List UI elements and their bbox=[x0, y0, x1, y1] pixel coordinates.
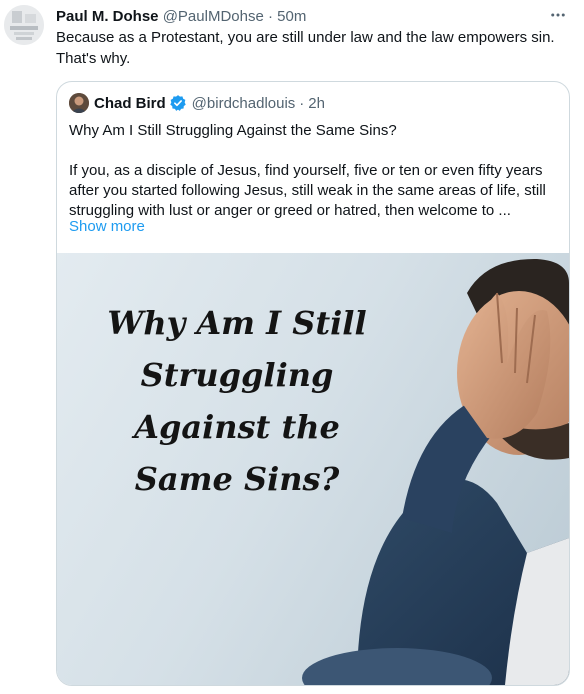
author-handle[interactable]: @PaulMDohse bbox=[163, 8, 264, 25]
more-horizontal-icon[interactable] bbox=[546, 5, 570, 25]
separator: · bbox=[267, 8, 273, 25]
image-caption-text: Why Am I Still Struggling Against the Sa… bbox=[57, 297, 417, 505]
image-caption-line: Same Sins? bbox=[134, 460, 340, 498]
tweet-time[interactable]: 50m bbox=[277, 8, 306, 25]
quoted-author-name[interactable]: Chad Bird bbox=[94, 95, 166, 112]
verified-badge-icon bbox=[169, 94, 187, 112]
quoted-tweet-time[interactable]: 2h bbox=[308, 95, 325, 112]
image-caption-line: Struggling bbox=[140, 356, 334, 394]
show-more-link[interactable]: Show more bbox=[69, 218, 145, 235]
quoted-tweet-body: If you, as a disciple of Jesus, find you… bbox=[69, 162, 546, 219]
quoted-tweet-text: Why Am I Still Struggling Against the Sa… bbox=[69, 121, 559, 221]
tweet-header: Paul M. Dohse @PaulMDohse · 50m bbox=[56, 7, 544, 27]
author-avatar[interactable] bbox=[4, 5, 44, 45]
tweet-text: Because as a Protestant, you are still u… bbox=[56, 29, 555, 67]
author-name[interactable]: Paul M. Dohse bbox=[56, 8, 159, 25]
quoted-author-handle[interactable]: @birdchadlouis bbox=[192, 95, 296, 112]
quoted-author-avatar[interactable] bbox=[69, 93, 89, 113]
quoted-tweet[interactable]: Chad Bird @birdchadlouis · 2h Why Am I S… bbox=[56, 81, 570, 686]
image-caption-line: Why Am I Still bbox=[107, 304, 367, 342]
separator: · bbox=[299, 94, 305, 112]
tweet[interactable]: Paul M. Dohse @PaulMDohse · 50m Because … bbox=[0, 0, 584, 694]
quoted-tweet-title: Why Am I Still Struggling Against the Sa… bbox=[69, 122, 397, 139]
image-caption-line: Against the bbox=[134, 408, 340, 446]
quoted-tweet-header: Chad Bird @birdchadlouis · 2h bbox=[69, 93, 557, 113]
quoted-tweet-image[interactable]: Why Am I Still Struggling Against the Sa… bbox=[57, 253, 569, 685]
